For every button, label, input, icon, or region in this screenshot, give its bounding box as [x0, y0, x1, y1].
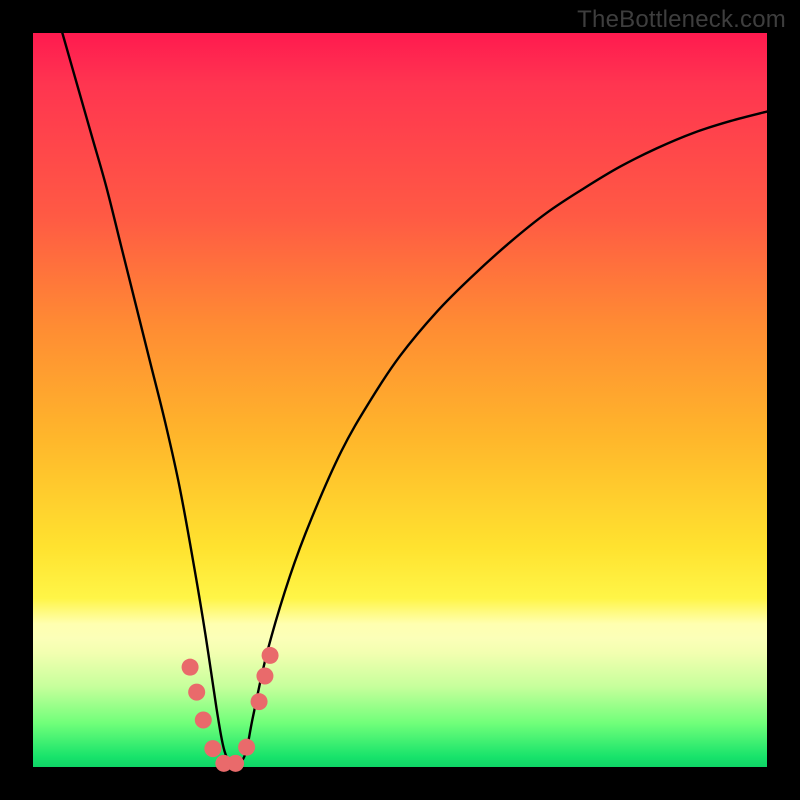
chart-frame: TheBottleneck.com — [0, 0, 800, 800]
marker-dot — [251, 693, 268, 710]
marker-dot — [182, 659, 199, 676]
marker-dot — [262, 647, 279, 664]
marker-dot — [195, 712, 212, 729]
watermark-text: TheBottleneck.com — [577, 6, 786, 34]
marker-dot — [204, 740, 221, 757]
marker-dot — [188, 684, 205, 701]
plot-area — [33, 33, 767, 767]
bottleneck-curve — [62, 33, 767, 765]
marker-dot — [238, 739, 255, 756]
chart-svg — [33, 33, 767, 767]
marker-dot — [227, 755, 244, 772]
marker-dot — [256, 667, 273, 684]
